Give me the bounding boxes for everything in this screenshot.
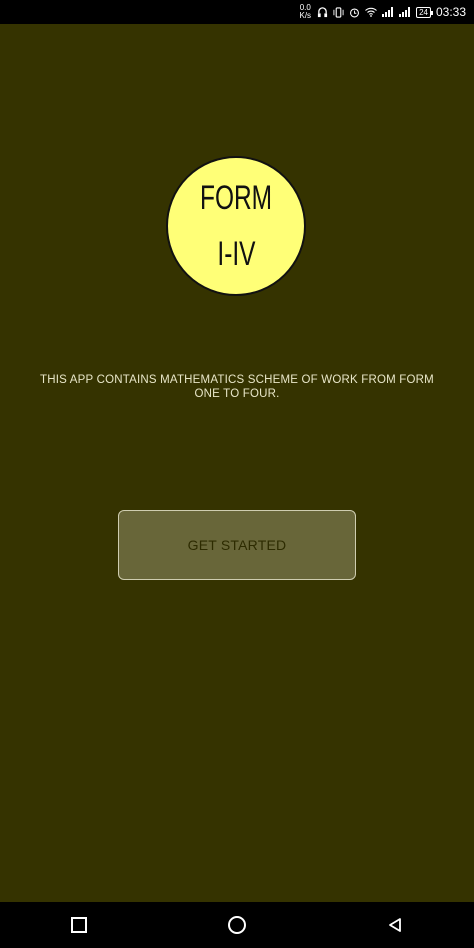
wifi-icon xyxy=(365,7,377,17)
headset-icon xyxy=(317,6,328,18)
network-speed-unit: K/s xyxy=(299,11,312,20)
app-description: THIS APP CONTAINS MATHEMATICS SCHEME OF … xyxy=(40,374,434,400)
logo-line-2: I-IV xyxy=(216,235,256,273)
alarm-icon xyxy=(349,7,360,18)
clock: 03:33 xyxy=(435,5,466,19)
status-bar: 0.0 K/s 24 03:33 xyxy=(0,0,474,24)
recents-square-icon[interactable] xyxy=(59,905,99,945)
signal-icon xyxy=(399,7,411,17)
back-triangle-icon[interactable] xyxy=(375,905,415,945)
logo-line-1: FORM xyxy=(199,179,273,217)
battery-level: 24 xyxy=(419,7,428,17)
navigation-bar xyxy=(0,902,474,948)
battery-icon: 24 xyxy=(416,6,433,18)
get-started-button[interactable]: GET STARTED xyxy=(118,510,356,580)
vibrate-icon xyxy=(333,6,344,18)
home-circle-icon[interactable] xyxy=(217,905,257,945)
form-logo: FORM I-IV xyxy=(166,156,306,296)
network-speed: 0.0 K/s xyxy=(300,4,312,20)
signal-icon xyxy=(382,7,394,17)
app-screen: FORM I-IV THIS APP CONTAINS MATHEMATICS … xyxy=(0,24,474,902)
